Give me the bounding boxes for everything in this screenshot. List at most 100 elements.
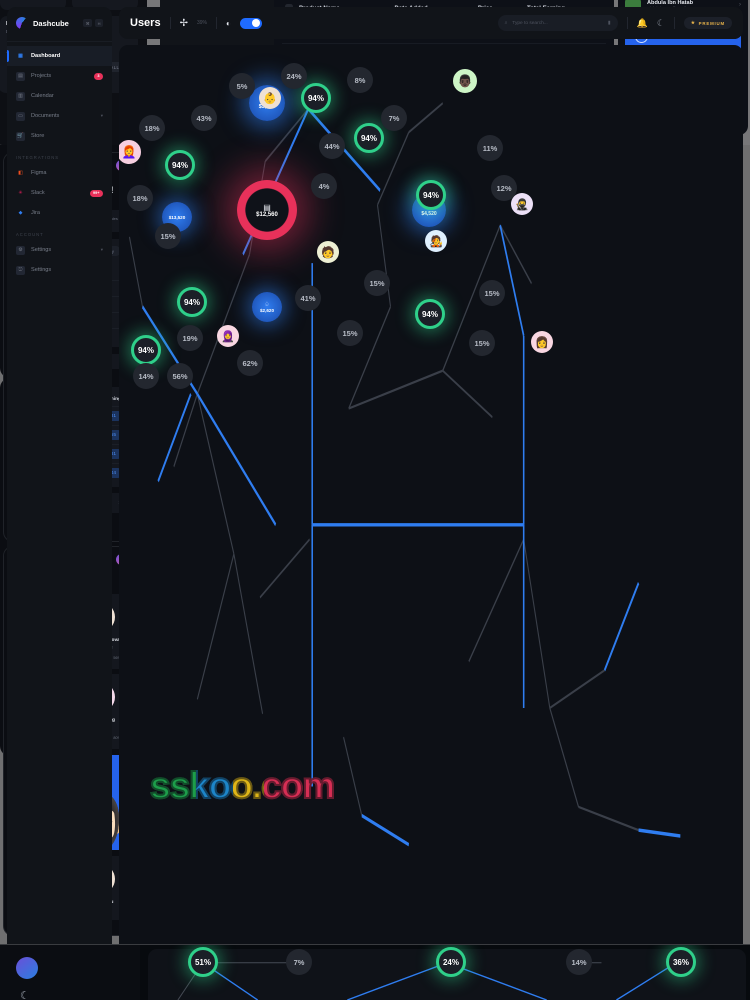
graph-grey-node[interactable]: 15% [479,280,505,306]
avatar [16,957,38,979]
topbar: Users ✢ 39% ◐ ⌕ Type to search... ▮ 🔔 ☾ … [119,7,743,39]
search-icon: ⌕ [504,21,508,26]
shortcut-key: H [95,19,103,27]
sidebar-item-calendar[interactable]: ▥Calendar [7,86,112,106]
moon-icon: ☾ [20,990,30,1000]
mic-icon[interactable]: ▮ [608,20,611,26]
calendar-icon: ▥ [16,91,25,101]
cart-icon: 🛒 [16,131,25,141]
graph-avatar-node[interactable]: 🥷 [511,193,533,215]
brand-logo-icon [16,17,28,29]
graph-grey-node[interactable]: 41% [295,285,321,311]
graph-grey-node[interactable]: 18% [139,115,165,141]
bottom-graph: 51% 7% 24% 14% 36% [148,947,746,1000]
sidebar-item-documents[interactable]: ▭Documents▾ [7,106,112,126]
sidebar-item-slack[interactable]: ✳Slack99+ [7,183,112,203]
graph-green-node[interactable]: 94% [354,123,384,153]
graph-avatar-node[interactable]: 🧑 [317,241,339,263]
brand-row: Dashcube ⌘H [7,7,112,39]
sidebar-caption-integrations: INTEGRATIONS [16,155,60,160]
graph-avatar-node[interactable]: 🧑‍🎤 [425,230,447,252]
graph-grey-node[interactable]: 18% [127,185,153,211]
sidebar-item-projects[interactable]: ▤Projects3 [7,66,112,86]
graph-grey-node[interactable]: 4% [311,173,337,199]
graph-center-node[interactable]: ▤ $12,560 [237,180,297,240]
graph-green-node[interactable]: 94% [165,150,195,180]
graph-grey-node[interactable]: 14% [133,363,159,389]
graph-grey-node[interactable]: 8% [347,67,373,93]
search-placeholder: Type to search... [512,20,548,26]
graph-grey-node[interactable]: 62% [237,350,263,376]
graph-green-node[interactable]: 94% [131,335,161,365]
users-dashboard-window: Dashcube ⌘ H ▦ Dashboard ▤ Projects 3 ▥ Calen… [0,7,743,993]
gear-icon: ⚙ [16,245,25,255]
graph-avatar-node[interactable]: 🧕 [217,325,239,347]
document-icon: ▤ [263,202,271,212]
bottom-node[interactable]: 36% [666,947,696,977]
bottom-node[interactable]: 24% [436,947,466,977]
theme-toggle[interactable] [239,17,262,29]
bottom-node[interactable]: 51% [188,947,218,977]
star-icon: ★ [690,20,696,25]
bottom-mini-panel: ☾ [0,945,140,1000]
network-graph[interactable]: ▤ $3,560 ▤ $12,560 ▭ $4,520 ♤ $2,620 $13… [119,45,743,993]
bell-icon[interactable]: 🔔 [637,18,648,29]
grid-icon: ▦ [18,53,23,59]
graph-grey-node[interactable]: 5% [229,73,255,99]
fan-value: 39% [196,20,207,26]
shortcut-key: ⌘ [83,19,93,27]
graph-grey-node[interactable]: 44% [319,133,345,159]
slack-icon: ✳ [18,190,23,196]
sidebar-item-store[interactable]: 🛒Store [7,126,112,146]
seller-name: Abdula Ibn Hatab [647,0,693,6]
graph-money-node[interactable]: ♤ $2,620 [252,292,282,322]
moon-icon[interactable]: ☾ [657,18,665,29]
graph-grey-node[interactable]: 24% [281,63,307,89]
search-input[interactable]: ⌕ Type to search... ▮ [497,15,618,31]
briefcase-icon: ▤ [16,71,25,81]
bell-icon: ♤ [264,302,270,308]
sidebar-item-settings[interactable]: ⚙Settings▾ [7,240,112,260]
page-title: Users [130,17,161,29]
watermark: sskoo.com [149,764,336,807]
badge: 99+ [89,189,103,197]
chevron-down-icon: ▾ [100,247,103,252]
jira-icon: ◆ [18,210,23,216]
graph-grey-node[interactable]: 43% [191,105,217,131]
graph-grey-node[interactable]: 11% [477,135,503,161]
folder-icon: ▭ [16,111,25,121]
sidebar-item-logout[interactable]: ⎋Settings [7,260,112,280]
graph-grey-node[interactable]: 15% [155,223,181,249]
graph-grey-node[interactable]: 15% [337,320,363,346]
graph-green-node[interactable]: 94% [416,180,446,210]
graph-green-node[interactable]: 94% [301,83,331,113]
bottom-strip: ☾ 51% 7% 24% 14% 36% [0,944,750,1000]
sidebar: Dashcube ⌘H ▦Dashboard ▤Projects3 ▥Calen… [7,7,112,993]
graph-grey-node[interactable]: 7% [381,105,407,131]
figma-icon: ◧ [18,170,23,176]
badge: 3 [93,72,103,80]
sidebar-item-dashboard[interactable]: ▦Dashboard [7,46,112,66]
logout-icon: ⎋ [16,265,25,275]
sidebar-item-jira[interactable]: ◆Jira [7,203,112,223]
graph-avatar-node[interactable]: 👨🏿 [453,69,477,93]
chevron-right-icon[interactable]: › [739,2,741,8]
brand-name: Dashcube [33,18,69,28]
contrast-icon[interactable]: ◐ [226,19,231,28]
graph-grey-node[interactable]: 56% [167,363,193,389]
graph-green-node[interactable]: 94% [177,287,207,317]
graph-avatar-node[interactable]: 👩 [531,331,553,353]
bottom-node[interactable]: 14% [566,949,592,975]
graph-green-node[interactable]: 94% [415,299,445,329]
sidebar-item-figma[interactable]: ◧Figma [7,163,112,183]
screenshot-root: PROGRESS 6% 1 1 PROGRESS 55% [0,0,750,1000]
graph-grey-node[interactable]: 15% [469,330,495,356]
graph-grey-node[interactable]: 19% [177,325,203,351]
premium-badge[interactable]: ★PREMIUM [683,17,732,29]
chevron-down-icon: ▾ [100,113,103,118]
graph-avatar-node[interactable]: 👶 [259,87,281,109]
sidebar-caption-account: ACCOUNT [16,232,44,237]
bottom-node[interactable]: 7% [286,949,312,975]
fan-icon: ✢ [179,17,188,29]
graph-grey-node[interactable]: 15% [364,270,390,296]
